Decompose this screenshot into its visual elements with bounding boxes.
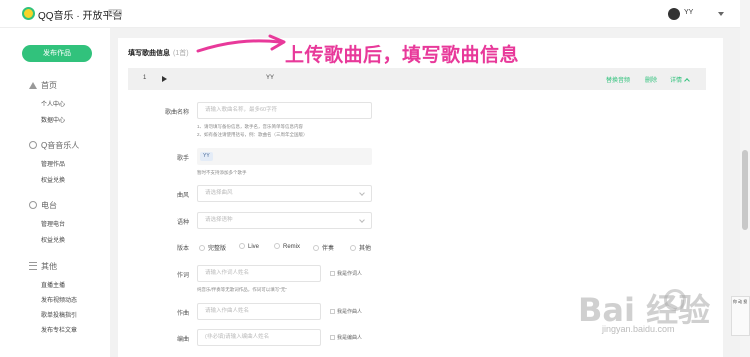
user-avatar[interactable] xyxy=(668,8,680,20)
musician-icon xyxy=(29,141,37,149)
language-select[interactable]: 请选择语种 xyxy=(197,212,372,229)
singer-hint: 暂时不支持添加多个歌手 xyxy=(197,170,247,175)
sidebar-item-publish-video[interactable]: 发布视频动态 xyxy=(41,295,77,304)
sidebar: 发布作品 xyxy=(0,28,110,357)
sidebar-item-manage-works[interactable]: 管理作品 xyxy=(41,159,65,168)
sidebar-item-personal-center[interactable]: 个人中心 xyxy=(41,99,65,108)
sidebar-item-publish-article[interactable]: 发布专栏文章 xyxy=(41,325,77,334)
version-radio-full[interactable]: 完整版 xyxy=(199,243,226,252)
version-radio-other[interactable]: 其他 xyxy=(350,243,371,252)
scrollbar-thumb[interactable] xyxy=(742,150,748,230)
delete-link[interactable]: 删除 xyxy=(645,75,657,84)
composer-label: 作曲 xyxy=(176,311,189,317)
sidebar-item-playlist-guide[interactable]: 歌单投稿指引 xyxy=(41,310,77,319)
version-radio-accompaniment[interactable]: 伴奏 xyxy=(313,243,334,252)
annotation-text: 上传歌曲后，填写歌曲信息 xyxy=(285,45,520,66)
baidu-paw-icon xyxy=(664,289,686,311)
version-label: 版本 xyxy=(176,246,189,252)
singer-field[interactable] xyxy=(197,148,372,165)
replace-audio-link[interactable]: 替换音频 xyxy=(606,75,630,84)
top-header: QQ音乐 · 开放平台 BETA YY xyxy=(0,0,740,28)
sidebar-group-home[interactable]: 首页 xyxy=(29,80,57,91)
checkbox-icon xyxy=(330,309,335,314)
sidebar-item-rights-exchange[interactable]: 权益兑换 xyxy=(41,175,65,184)
radio-icon xyxy=(313,245,319,251)
arranger-input[interactable]: (非必填)请输入编曲人姓名 xyxy=(197,329,321,346)
beta-badge: BETA xyxy=(108,9,122,17)
details-toggle[interactable]: 详情 xyxy=(670,75,690,84)
side-ad-widget[interactable]: 你 动 投 xyxy=(731,296,750,336)
play-icon[interactable] xyxy=(162,76,167,82)
qq-music-logo-icon[interactable] xyxy=(22,7,35,20)
lyricist-self-checkbox[interactable]: 我是作词人 xyxy=(330,270,362,277)
arranger-self-checkbox[interactable]: 我是编曲人 xyxy=(330,334,362,341)
section-title: 填写歌曲信息 (1首) xyxy=(128,50,189,57)
lyricist-hint: 纯音乐/伴奏等无歌词作品，作词可以填写"无" xyxy=(197,287,287,292)
song-name-hint-2: 2、如有备注请使用括号，例：歌曲名（三周年全国版） xyxy=(197,132,308,137)
genre-select[interactable]: 请选择曲风 xyxy=(197,185,372,202)
sidebar-group-musician[interactable]: Q音音乐人 xyxy=(29,140,79,151)
singer-tag[interactable]: YY xyxy=(200,152,213,161)
chevron-down-icon xyxy=(359,190,365,196)
song-index: 1 xyxy=(143,75,147,81)
home-icon xyxy=(29,81,37,89)
sidebar-item-radio-rights-exchange[interactable]: 权益兑换 xyxy=(41,235,65,244)
song-name-hint-1: 1、请勿填写备份信息，歌手名，音乐简单等信息内容 xyxy=(197,124,304,129)
sidebar-group-radio[interactable]: 电台 xyxy=(29,200,57,211)
chevron-up-icon xyxy=(684,78,690,84)
genre-label: 曲风 xyxy=(176,193,189,199)
user-menu-chevron-down-icon[interactable] xyxy=(718,12,724,16)
radio-icon xyxy=(199,245,205,251)
song-name-input[interactable]: 请输入歌曲名称，最多60字符 xyxy=(197,102,372,119)
sidebar-item-manage-radio[interactable]: 管理电台 xyxy=(41,219,65,228)
language-label: 语种 xyxy=(176,220,189,226)
checkbox-icon xyxy=(330,335,335,340)
sidebar-group-other[interactable]: 其他 xyxy=(29,261,57,272)
song-name: YY xyxy=(266,75,275,81)
singer-label: 歌手 xyxy=(176,156,189,162)
radio-icon xyxy=(239,243,245,249)
publish-work-button[interactable]: 发布作品 xyxy=(22,45,92,62)
composer-input[interactable]: 请输入作曲人姓名 xyxy=(197,303,321,320)
checkbox-icon xyxy=(330,271,335,276)
radio-icon xyxy=(274,243,280,249)
annotation-arrow-icon xyxy=(196,34,286,53)
lyricist-label: 作词 xyxy=(176,273,189,279)
song-name-label: 歌曲名称 xyxy=(164,110,189,116)
version-radio-remix[interactable]: Remix xyxy=(274,243,300,250)
sidebar-item-live-host[interactable]: 直播主播 xyxy=(41,280,65,289)
radio-icon xyxy=(350,245,356,251)
sidebar-item-data-center[interactable]: 数据中心 xyxy=(41,115,65,124)
version-radio-live[interactable]: Live xyxy=(239,243,259,250)
radio-icon xyxy=(29,201,37,209)
arranger-label: 编曲 xyxy=(176,337,189,343)
composer-self-checkbox[interactable]: 我是作曲人 xyxy=(330,308,362,315)
watermark-url: jingyan.baidu.com xyxy=(602,324,675,334)
song-count: (1首) xyxy=(173,50,189,57)
user-name[interactable]: YY xyxy=(684,9,693,16)
lyricist-input[interactable]: 请输入作词人姓名 xyxy=(197,265,321,282)
chevron-down-icon xyxy=(359,217,365,223)
menu-icon xyxy=(29,262,37,270)
